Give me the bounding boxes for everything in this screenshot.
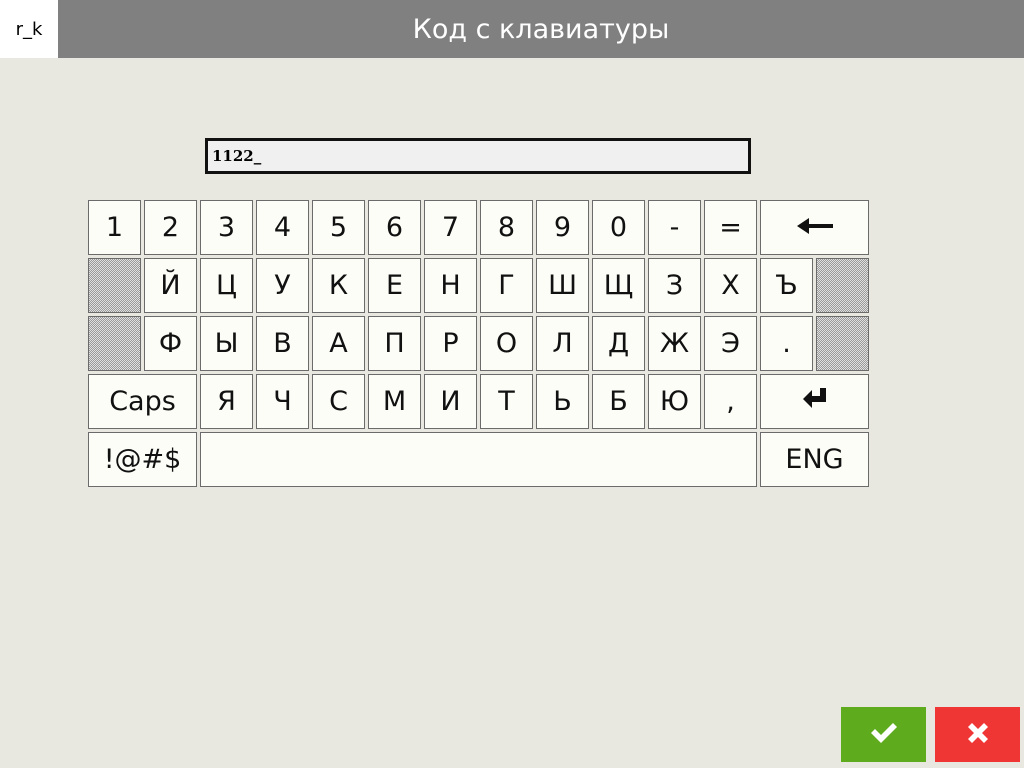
header-bar: r_k Код с клавиатуры [0, 0, 1024, 58]
key-2[interactable]: 2 [144, 200, 197, 255]
blank-key-right [816, 258, 869, 313]
key-period[interactable]: . [760, 316, 813, 371]
key-л[interactable]: Л [536, 316, 589, 371]
key-9[interactable]: 9 [536, 200, 589, 255]
key-1[interactable]: 1 [88, 200, 141, 255]
key-э[interactable]: Э [704, 316, 757, 371]
checkmark-icon [869, 721, 899, 749]
key-comma[interactable]: , [704, 374, 757, 429]
key-ы[interactable]: Ы [200, 316, 253, 371]
key-г[interactable]: Г [480, 258, 533, 313]
key-й[interactable]: Й [144, 258, 197, 313]
space-key[interactable] [200, 432, 757, 487]
key-и[interactable]: И [424, 374, 477, 429]
key-п[interactable]: П [368, 316, 421, 371]
blank-key-left [88, 316, 141, 371]
key-ю[interactable]: Ю [648, 374, 701, 429]
key-а[interactable]: А [312, 316, 365, 371]
key-в[interactable]: В [256, 316, 309, 371]
key-д[interactable]: Д [592, 316, 645, 371]
confirm-button[interactable] [841, 707, 926, 762]
blank-key-left [88, 258, 141, 313]
app-logo: r_k [0, 0, 58, 58]
key-м[interactable]: М [368, 374, 421, 429]
key-я[interactable]: Я [200, 374, 253, 429]
code-input[interactable]: 1122_ [205, 138, 751, 174]
key-8[interactable]: 8 [480, 200, 533, 255]
key-р[interactable]: Р [424, 316, 477, 371]
backspace-arrow-icon [795, 212, 835, 243]
key-ш[interactable]: Ш [536, 258, 589, 313]
cancel-button[interactable] [935, 707, 1020, 762]
key-ь[interactable]: Ь [536, 374, 589, 429]
close-x-icon [965, 720, 991, 750]
enter-return-icon [800, 386, 830, 417]
key-ч[interactable]: Ч [256, 374, 309, 429]
key-о[interactable]: О [480, 316, 533, 371]
key-0[interactable]: 0 [592, 200, 645, 255]
key-7[interactable]: 7 [424, 200, 477, 255]
blank-key-right [816, 316, 869, 371]
key-е[interactable]: Е [368, 258, 421, 313]
backspace-key[interactable] [760, 200, 869, 255]
caps-key[interactable]: Caps [88, 374, 197, 429]
key-5[interactable]: 5 [312, 200, 365, 255]
key-щ[interactable]: Щ [592, 258, 645, 313]
key-4[interactable]: 4 [256, 200, 309, 255]
key-ж[interactable]: Ж [648, 316, 701, 371]
key-equals[interactable]: = [704, 200, 757, 255]
key-к[interactable]: К [312, 258, 365, 313]
key-т[interactable]: Т [480, 374, 533, 429]
page-title: Код с клавиатуры [412, 13, 670, 45]
key-6[interactable]: 6 [368, 200, 421, 255]
key-ъ[interactable]: Ъ [760, 258, 813, 313]
language-key[interactable]: ENG [760, 432, 869, 487]
key-3[interactable]: 3 [200, 200, 253, 255]
key-х[interactable]: Х [704, 258, 757, 313]
key-ц[interactable]: Ц [200, 258, 253, 313]
key-з[interactable]: З [648, 258, 701, 313]
key-н[interactable]: Н [424, 258, 477, 313]
key-с[interactable]: С [312, 374, 365, 429]
symbols-key[interactable]: !@#$ [88, 432, 197, 487]
key-б[interactable]: Б [592, 374, 645, 429]
enter-key[interactable] [760, 374, 869, 429]
key-у[interactable]: У [256, 258, 309, 313]
key-minus[interactable]: - [648, 200, 701, 255]
key-ф[interactable]: Ф [144, 316, 197, 371]
